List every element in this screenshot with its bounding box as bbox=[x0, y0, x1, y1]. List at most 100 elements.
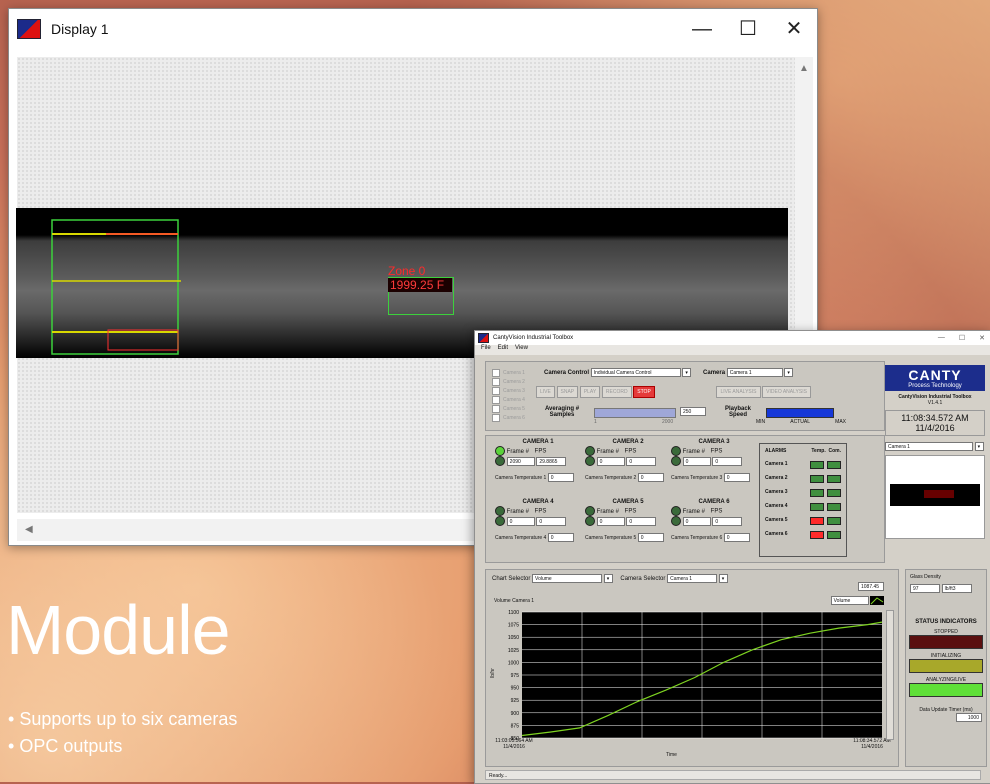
camera-temp-value: 0 bbox=[637, 473, 664, 482]
play-button[interactable]: PLAY bbox=[579, 386, 601, 398]
camera-led-icon bbox=[585, 446, 595, 456]
toolbox-window[interactable]: CantyVision Industrial Toolbox — ☐ ✕ Fil… bbox=[474, 330, 990, 784]
averaging-max: 2000 bbox=[662, 419, 674, 425]
glass-density-label: Glass Density bbox=[910, 574, 941, 580]
temp-alarm-indicator bbox=[810, 531, 825, 539]
camera-control-label: Camera Control bbox=[544, 370, 590, 377]
playback-label: Playback Speed bbox=[724, 406, 752, 418]
update-timer-value[interactable]: 1000 bbox=[956, 713, 982, 722]
camera-control-select[interactable]: Individual Camera Control bbox=[590, 368, 681, 377]
menu-edit[interactable]: Edit bbox=[498, 345, 508, 355]
record-button[interactable]: RECORD bbox=[601, 386, 632, 398]
camera-block: CAMERA 6 Frame # FPS 0 0 Camera Temperatur… bbox=[671, 499, 757, 555]
bullet-item: • Supports up to six cameras bbox=[8, 709, 238, 729]
camera-label: Camera bbox=[703, 370, 726, 377]
display-titlebar[interactable]: Display 1 — ☐ ✕ bbox=[9, 9, 817, 49]
checkbox-icon[interactable] bbox=[492, 413, 500, 422]
y-tick-label: 1100 bbox=[508, 610, 519, 616]
stop-button[interactable]: STOP bbox=[633, 386, 655, 398]
camera-check-1[interactable]: Camera 1 bbox=[492, 368, 525, 377]
comm-alarm-indicator bbox=[827, 489, 841, 497]
fps-value: 0 bbox=[712, 516, 743, 526]
close-icon[interactable]: ✕ bbox=[979, 334, 985, 342]
chart-scrollbar[interactable] bbox=[886, 610, 894, 740]
comm-alarm-indicator bbox=[827, 503, 841, 511]
frame-value: 0 bbox=[682, 456, 711, 466]
status-panel: Glass Density 97 lb/ft3 STATUS INDICATOR… bbox=[905, 569, 987, 767]
product-version: V1.4.1 bbox=[927, 400, 943, 406]
checkbox-icon[interactable] bbox=[492, 404, 500, 413]
menu-view[interactable]: View bbox=[515, 345, 528, 355]
camera-temp-label: Camera Temperature 5 bbox=[585, 534, 637, 541]
camera-name: CAMERA 6 bbox=[698, 499, 730, 505]
close-icon[interactable]: ✕ bbox=[771, 9, 817, 49]
chevron-down-icon[interactable]: ▾ bbox=[784, 368, 794, 377]
toolbox-titlebar[interactable]: CantyVision Industrial Toolbox — ☐ ✕ bbox=[475, 331, 990, 345]
camera-check-6[interactable]: Camera 6 bbox=[492, 413, 525, 422]
y-tick-label: 900 bbox=[511, 711, 520, 717]
maximize-icon[interactable]: ☐ bbox=[959, 334, 965, 342]
fps-value: 0 bbox=[712, 456, 743, 466]
frame-label: Frame # bbox=[596, 448, 620, 455]
camera-block: CAMERA 1 Frame # FPS 2090 29.8865 Camera T… bbox=[495, 439, 581, 495]
minimize-icon[interactable]: — bbox=[679, 9, 725, 49]
chevron-down-icon[interactable]: ▾ bbox=[974, 442, 984, 451]
comm-alarm-indicator bbox=[827, 475, 841, 483]
minimize-icon[interactable]: — bbox=[938, 334, 945, 342]
checkbox-icon[interactable] bbox=[492, 377, 500, 386]
camera-select[interactable]: Camera 1 bbox=[726, 368, 783, 377]
live-analysis-button[interactable]: LIVE ANALYSIS bbox=[716, 386, 761, 398]
camera-block: CAMERA 2 Frame # FPS 0 0 Camera Temperatur… bbox=[585, 439, 671, 495]
camera-temp-value: 0 bbox=[723, 533, 750, 542]
scroll-up-icon[interactable]: ▲ bbox=[795, 57, 813, 74]
display-title: Display 1 bbox=[51, 21, 109, 37]
camera-temp-value: 0 bbox=[637, 533, 664, 542]
glass-density-unit: lb/ft3 bbox=[941, 584, 972, 593]
checkbox-icon[interactable] bbox=[492, 386, 500, 395]
zone-value: 1999.25 F bbox=[388, 278, 452, 292]
checkbox-icon[interactable] bbox=[492, 368, 500, 377]
status-stopped-indicator bbox=[909, 635, 983, 649]
camera-led-icon bbox=[495, 516, 505, 526]
menu-file[interactable]: File bbox=[481, 345, 491, 355]
preview-zone bbox=[924, 490, 954, 498]
averaging-value[interactable]: 250 bbox=[680, 407, 706, 416]
fps-value: 0 bbox=[536, 516, 567, 526]
y-tick-label: 925 bbox=[511, 698, 520, 704]
chevron-down-icon[interactable]: ▾ bbox=[682, 368, 692, 377]
alarm-row: Camera 2 bbox=[760, 472, 846, 486]
scroll-left-icon[interactable]: ◀ bbox=[17, 519, 41, 540]
camera-led-icon bbox=[671, 506, 681, 516]
video-analysis-button[interactable]: VIDEO ANALYSIS bbox=[762, 386, 811, 398]
camera-led-icon bbox=[495, 456, 505, 466]
menu-bar: File Edit View bbox=[475, 345, 990, 355]
preview-camera-select[interactable]: Camera 1 bbox=[885, 442, 973, 451]
y-tick-label: 1025 bbox=[508, 648, 519, 654]
camera-check-4[interactable]: Camera 4 bbox=[492, 395, 525, 404]
camera-temp-label: Camera Temperature 1 bbox=[495, 474, 547, 481]
camera-check-5[interactable]: Camera 5 bbox=[492, 404, 525, 413]
checkbox-icon[interactable] bbox=[492, 395, 500, 404]
fps-label: FPS bbox=[534, 448, 547, 455]
live-button[interactable]: LIVE bbox=[536, 386, 555, 398]
frame-value: 0 bbox=[596, 456, 625, 466]
camera-check-2[interactable]: Camera 2 bbox=[492, 377, 525, 386]
slide-bullets: • Supports up to six cameras • OPC outpu… bbox=[8, 706, 237, 760]
fps-label: FPS bbox=[710, 508, 723, 515]
logo-bottom: Process Technology bbox=[908, 383, 962, 389]
alarm-row: Camera 1 bbox=[760, 458, 846, 472]
maximize-icon[interactable]: ☐ bbox=[725, 9, 771, 49]
alarm-row: Camera 5 bbox=[760, 514, 846, 528]
temp-alarm-indicator bbox=[810, 517, 825, 525]
alarm-camera-name: Camera 5 bbox=[765, 517, 788, 523]
frame-label: Frame # bbox=[682, 508, 706, 515]
camera-led-icon bbox=[585, 516, 595, 526]
averaging-slider[interactable] bbox=[594, 408, 676, 418]
camera-check-3[interactable]: Camera 3 bbox=[492, 386, 525, 395]
playback-slider[interactable] bbox=[766, 408, 834, 418]
alarm-rows: Camera 1 Camera 2 Camera 3 Camera 4 Came… bbox=[760, 458, 846, 542]
glass-density-value[interactable]: 97 bbox=[910, 584, 940, 593]
status-analyzing-indicator bbox=[909, 683, 983, 697]
snap-button[interactable]: SNAP bbox=[556, 386, 579, 398]
status-bar: Ready... bbox=[485, 770, 981, 780]
